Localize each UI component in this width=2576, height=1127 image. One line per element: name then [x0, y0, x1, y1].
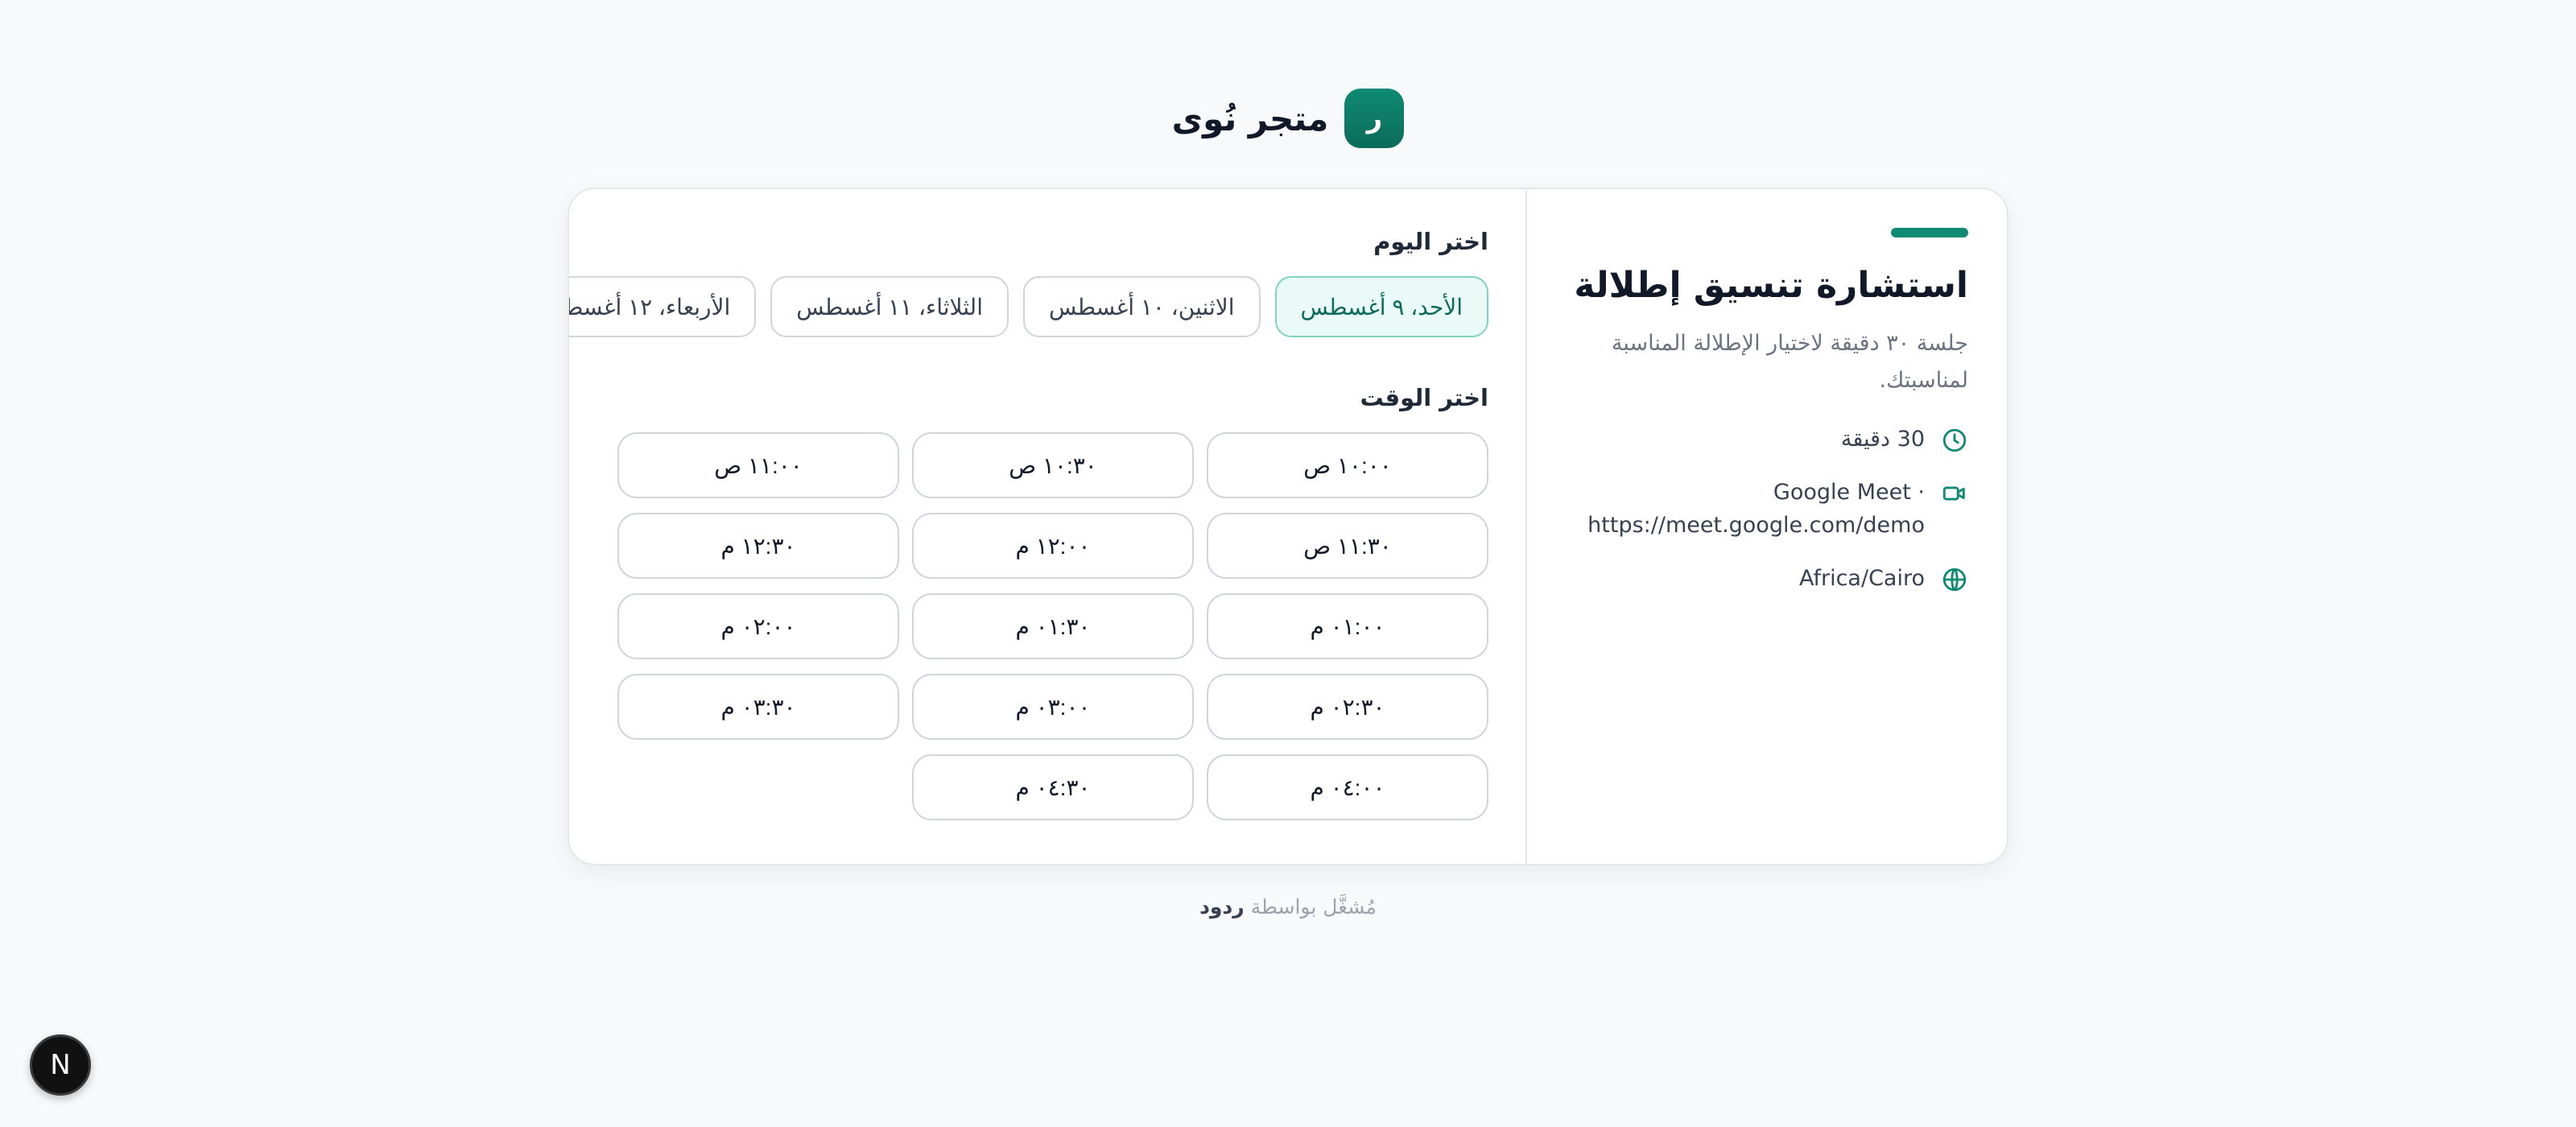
time-slot[interactable]: ١٢:٠٠ م: [912, 513, 1194, 579]
day-option[interactable]: الأربعاء، ١٢ أغسطس: [569, 276, 757, 337]
time-slot[interactable]: ٠٤:٠٠ م: [1207, 754, 1488, 820]
time-slot[interactable]: ١١:٣٠ ص: [1207, 513, 1488, 579]
time-slot[interactable]: ٠١:٣٠ م: [912, 593, 1194, 659]
location-provider: Google Meet ·: [1773, 480, 1925, 506]
booking-page: ر متجر نُوى استشارة تنسيق إطلالة جلسة ٣٠…: [0, 0, 2576, 1127]
timezone-row: Africa/Cairo: [1566, 563, 1968, 596]
video-camera-icon: [1942, 486, 1965, 501]
choose-time-label: اختر الوقت: [1360, 384, 1488, 411]
brand-logo: ر: [1344, 89, 1405, 148]
timezone-text[interactable]: Africa/Cairo: [1799, 563, 1925, 596]
time-slot[interactable]: ١٠:٠٠ ص: [1207, 432, 1488, 498]
brand-header: ر متجر نُوى: [0, 89, 2576, 148]
accent-bar: [1891, 228, 1968, 237]
event-description: جلسة ٣٠ دقيقة لاختيار الإطلالة المناسبة …: [1611, 330, 1968, 393]
powered-by-brand[interactable]: ردود: [1199, 895, 1245, 919]
powered-by-text: مُشغَّل بواسطة: [1250, 895, 1377, 919]
time-slot[interactable]: ٠٣:٣٠ م: [617, 674, 899, 740]
time-slot[interactable]: ٠١:٠٠ م: [1207, 593, 1488, 659]
time-slot[interactable]: ٠٢:٠٠ م: [617, 593, 899, 659]
dev-tools-badge[interactable]: N: [30, 1034, 91, 1096]
day-option[interactable]: الأحد، ٩ أغسطس: [1274, 276, 1488, 337]
duration-row: 30 دقيقة: [1566, 423, 1968, 456]
globe-icon: [1942, 568, 1967, 592]
booking-card: استشارة تنسيق إطلالة جلسة ٣٠ دقيقة لاختي…: [568, 188, 2008, 865]
event-title: استشارة تنسيق إطلالة: [1574, 265, 1968, 306]
duration-text: 30 دقيقة: [1840, 426, 1925, 452]
event-info-panel: استشارة تنسيق إطلالة جلسة ٣٠ دقيقة لاختي…: [1525, 189, 2007, 864]
time-slot[interactable]: ١٠:٣٠ ص: [912, 432, 1194, 498]
brand-name: متجر نُوى: [1171, 98, 1329, 138]
day-picker: الأحد، ٩ أغسطس الاثنين، ١٠ أغسطس الثلاثا…: [569, 276, 1488, 337]
time-slot[interactable]: ٠٢:٣٠ م: [1207, 674, 1488, 740]
location-text: Google Meet · https://meet.google.com/de…: [1587, 477, 1925, 542]
location-row: Google Meet · https://meet.google.com/de…: [1566, 477, 1968, 542]
time-slot[interactable]: ٠٤:٣٠ م: [912, 754, 1194, 820]
powered-by-footer: مُشغَّل بواسطة ردود: [0, 895, 2576, 919]
time-slot[interactable]: ١٢:٣٠ م: [617, 513, 899, 579]
clock-icon: [1942, 428, 1967, 452]
time-slot-grid: ١٠:٠٠ ص ١٠:٣٠ ص ١١:٠٠ ص ١١:٣٠ ص ١٢:٠٠ م …: [617, 432, 1488, 820]
meeting-link[interactable]: https://meet.google.com/demo: [1587, 510, 1925, 543]
day-option[interactable]: الاثنين، ١٠ أغسطس: [1023, 276, 1261, 337]
day-option[interactable]: الثلاثاء، ١١ أغسطس: [770, 276, 1009, 337]
time-slot[interactable]: ٠٣:٠٠ م: [912, 674, 1194, 740]
choose-day-label: اختر اليوم: [1373, 228, 1488, 255]
slot-selection-panel: اختر اليوم الأحد، ٩ أغسطس الاثنين، ١٠ أغ…: [569, 189, 1527, 864]
time-slot[interactable]: ١١:٠٠ ص: [617, 432, 899, 498]
